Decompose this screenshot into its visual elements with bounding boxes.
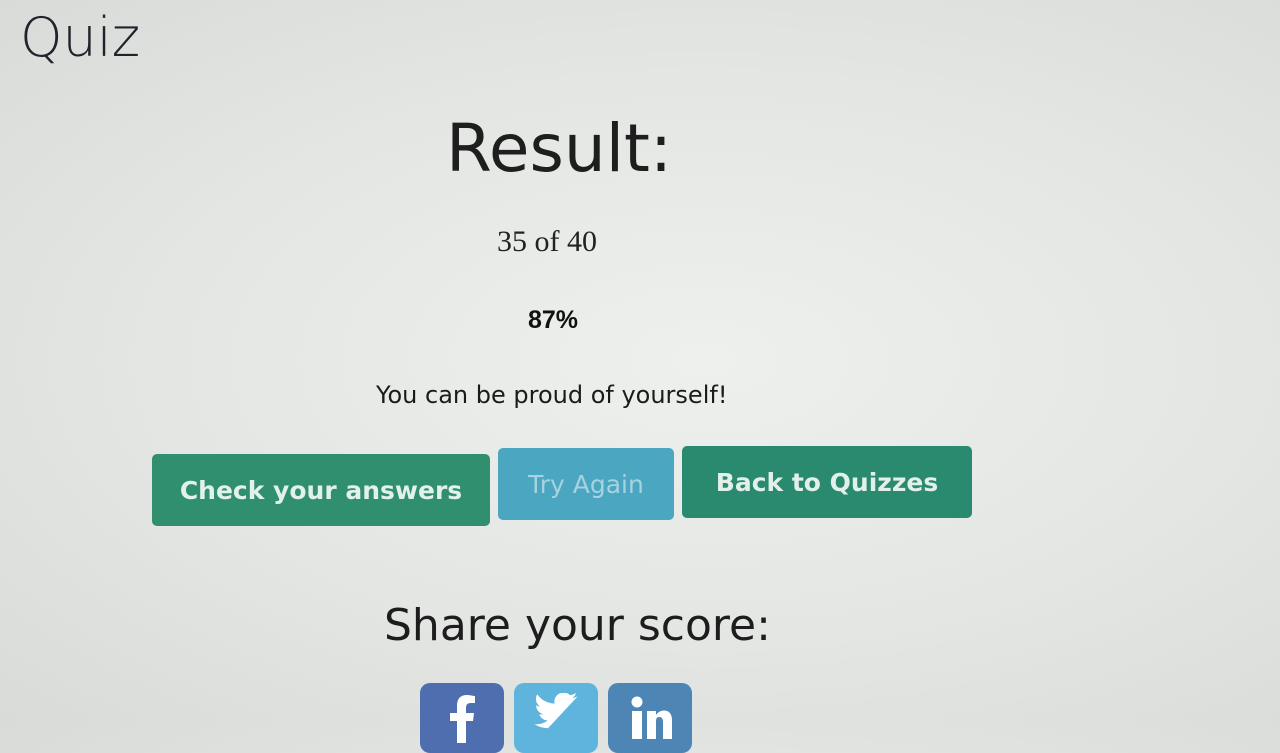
check-answers-button[interactable]: Check your answers — [152, 454, 490, 526]
share-heading: Share your score: — [384, 600, 771, 651]
percent-text: 87% — [528, 306, 579, 334]
linkedin-share-button[interactable] — [608, 683, 692, 753]
linkedin-icon — [628, 693, 672, 748]
page-title: Quiz — [20, 6, 141, 69]
facebook-share-button[interactable] — [420, 683, 504, 753]
twitter-share-button[interactable] — [514, 683, 598, 753]
facebook-icon — [442, 693, 482, 752]
result-message: You can be proud of yourself! — [376, 381, 728, 409]
result-heading: Result: — [446, 110, 673, 187]
try-again-button[interactable]: Try Again — [498, 448, 674, 520]
back-to-quizzes-button[interactable]: Back to Quizzes — [682, 446, 972, 518]
score-text: 35 of 40 — [497, 225, 597, 258]
twitter-icon — [534, 692, 578, 742]
